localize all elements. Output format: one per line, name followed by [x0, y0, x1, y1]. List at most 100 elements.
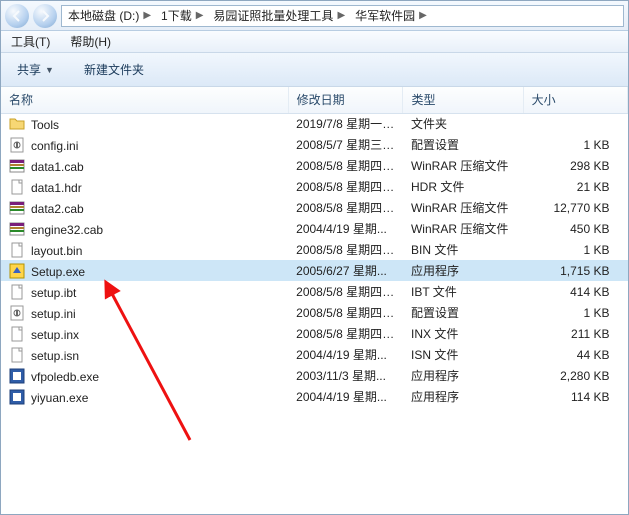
- exe-b-icon: [9, 389, 25, 405]
- table-row[interactable]: layout.bin2008/5/8 星期四 ...BIN 文件1 KB: [1, 239, 628, 260]
- file-size: [523, 113, 627, 134]
- table-row[interactable]: vfpoledb.exe 2003/11/3 星期...应用程序2,280 KB: [1, 365, 628, 386]
- column-header-date[interactable]: 修改日期: [288, 87, 403, 113]
- ini-icon: [9, 305, 25, 321]
- file-date: 2008/5/8 星期四 ...: [288, 197, 403, 218]
- file-size: 1 KB: [523, 302, 627, 323]
- rar-icon: [9, 200, 25, 216]
- arrow-left-icon: [10, 9, 24, 23]
- file-type: IBT 文件: [403, 281, 523, 302]
- file-size: 1,715 KB: [523, 260, 627, 281]
- file-table: 名称 修改日期 类型 大小 Tools2019/7/8 星期一 ...文件夹co…: [1, 87, 628, 407]
- file-type: INX 文件: [403, 323, 523, 344]
- breadcrumb-segment[interactable]: 华军软件园▶: [349, 6, 431, 26]
- file-name: Setup.exe: [31, 265, 85, 279]
- table-row[interactable]: setup.ibt 2008/5/8 星期四 ...IBT 文件414 KB: [1, 281, 628, 302]
- chevron-right-icon: ▶: [337, 10, 345, 21]
- file-date: 2004/4/19 星期...: [288, 386, 403, 407]
- table-row[interactable]: setup.inx 2008/5/8 星期四 ...INX 文件211 KB: [1, 323, 628, 344]
- file-size: 414 KB: [523, 281, 627, 302]
- file-type: WinRAR 压缩文件: [403, 155, 523, 176]
- table-row[interactable]: engine32.cab2004/4/19 星期...WinRAR 压缩文件45…: [1, 218, 628, 239]
- file-date: 2004/4/19 星期...: [288, 344, 403, 365]
- file-icon: [9, 347, 25, 363]
- menu-item[interactable]: 帮助(H): [66, 31, 115, 52]
- table-row[interactable]: data2.cab 2008/5/8 星期四 ...WinRAR 压缩文件12,7…: [1, 197, 628, 218]
- file-date: 2008/5/8 星期四 ...: [288, 239, 403, 260]
- menu-bar: 工具(T) 帮助(H): [1, 31, 628, 53]
- file-name: data1.cab: [31, 160, 84, 174]
- breadcrumb-segment[interactable]: 易园证照批量处理工具▶: [207, 6, 349, 26]
- file-list[interactable]: 名称 修改日期 类型 大小 Tools2019/7/8 星期一 ...文件夹co…: [1, 87, 628, 514]
- file-type: 应用程序: [403, 365, 523, 386]
- share-label: 共享: [17, 61, 41, 78]
- file-date: 2008/5/8 星期四 ...: [288, 302, 403, 323]
- file-size: 298 KB: [523, 155, 627, 176]
- file-name: Tools: [31, 118, 59, 132]
- breadcrumb-segment[interactable]: 1下载▶: [155, 6, 207, 26]
- exe-b-icon: [9, 368, 25, 384]
- file-type: BIN 文件: [403, 239, 523, 260]
- rar-icon: [9, 221, 25, 237]
- new-folder-label: 新建文件夹: [84, 61, 144, 78]
- table-row[interactable]: data1.hdr 2008/5/8 星期四 ...HDR 文件21 KB: [1, 176, 628, 197]
- file-type: HDR 文件: [403, 176, 523, 197]
- table-row[interactable]: config.ini 2008/5/7 星期三 ...配置设置1 KB: [1, 134, 628, 155]
- file-date: 2008/5/8 星期四 ...: [288, 155, 403, 176]
- breadcrumb[interactable]: 本地磁盘 (D:)▶1下载▶易园证照批量处理工具▶华军软件园▶: [61, 5, 624, 27]
- file-date: 2003/11/3 星期...: [288, 365, 403, 386]
- file-name: vfpoledb.exe: [31, 370, 99, 384]
- file-date: 2008/5/7 星期三 ...: [288, 134, 403, 155]
- breadcrumb-segment[interactable]: 本地磁盘 (D:)▶: [62, 6, 155, 26]
- nav-back-button[interactable]: [5, 4, 29, 28]
- file-date: 2008/5/8 星期四 ...: [288, 323, 403, 344]
- file-size: 450 KB: [523, 218, 627, 239]
- file-icon: [9, 326, 25, 342]
- file-size: 21 KB: [523, 176, 627, 197]
- file-icon: [9, 179, 25, 195]
- file-size: 12,770 KB: [523, 197, 627, 218]
- file-name: setup.ibt: [31, 286, 76, 300]
- file-date: 2004/4/19 星期...: [288, 218, 403, 239]
- file-size: 2,280 KB: [523, 365, 627, 386]
- file-type: 配置设置: [403, 302, 523, 323]
- file-name: setup.inx: [31, 328, 79, 342]
- file-type: 应用程序: [403, 386, 523, 407]
- file-date: 2008/5/8 星期四 ...: [288, 281, 403, 302]
- table-row[interactable]: Tools2019/7/8 星期一 ...文件夹: [1, 113, 628, 134]
- chevron-right-icon: ▶: [419, 10, 427, 21]
- chevron-right-icon: ▶: [143, 10, 151, 21]
- file-name: setup.isn: [31, 349, 79, 363]
- exe-y-icon: [9, 263, 25, 279]
- column-header-size[interactable]: 大小: [523, 87, 627, 113]
- table-row[interactable]: Setup.exe 2005/6/27 星期...应用程序1,715 KB: [1, 260, 628, 281]
- menu-item[interactable]: 工具(T): [7, 31, 54, 52]
- column-header-type[interactable]: 类型: [403, 87, 523, 113]
- new-folder-button[interactable]: 新建文件夹: [78, 58, 150, 81]
- file-size: 1 KB: [523, 239, 627, 260]
- file-name: yiyuan.exe: [31, 391, 88, 405]
- table-row[interactable]: setup.isn2004/4/19 星期...ISN 文件44 KB: [1, 344, 628, 365]
- file-type: 应用程序: [403, 260, 523, 281]
- file-date: 2008/5/8 星期四 ...: [288, 176, 403, 197]
- file-name: data2.cab: [31, 202, 84, 216]
- file-type: WinRAR 压缩文件: [403, 197, 523, 218]
- file-name: config.ini: [31, 139, 78, 153]
- file-icon: [9, 242, 25, 258]
- explorer-window: 本地磁盘 (D:)▶1下载▶易园证照批量处理工具▶华军软件园▶ 工具(T) 帮助(…: [0, 0, 629, 515]
- file-size: 1 KB: [523, 134, 627, 155]
- table-row[interactable]: setup.ini 2008/5/8 星期四 ...配置设置1 KB: [1, 302, 628, 323]
- share-button[interactable]: 共享 ▼: [11, 58, 60, 81]
- column-header-name[interactable]: 名称: [1, 87, 288, 113]
- table-row[interactable]: yiyuan.exe2004/4/19 星期...应用程序114 KB: [1, 386, 628, 407]
- rar-icon: [9, 158, 25, 174]
- file-type: 配置设置: [403, 134, 523, 155]
- nav-forward-button[interactable]: [33, 4, 57, 28]
- file-icon: [9, 284, 25, 300]
- file-date: 2005/6/27 星期...: [288, 260, 403, 281]
- file-name: setup.ini: [31, 307, 76, 321]
- file-name: data1.hdr: [31, 181, 82, 195]
- table-row[interactable]: data1.cab 2008/5/8 星期四 ...WinRAR 压缩文件298 …: [1, 155, 628, 176]
- address-bar: 本地磁盘 (D:)▶1下载▶易园证照批量处理工具▶华军软件园▶: [1, 1, 628, 31]
- file-size: 211 KB: [523, 323, 627, 344]
